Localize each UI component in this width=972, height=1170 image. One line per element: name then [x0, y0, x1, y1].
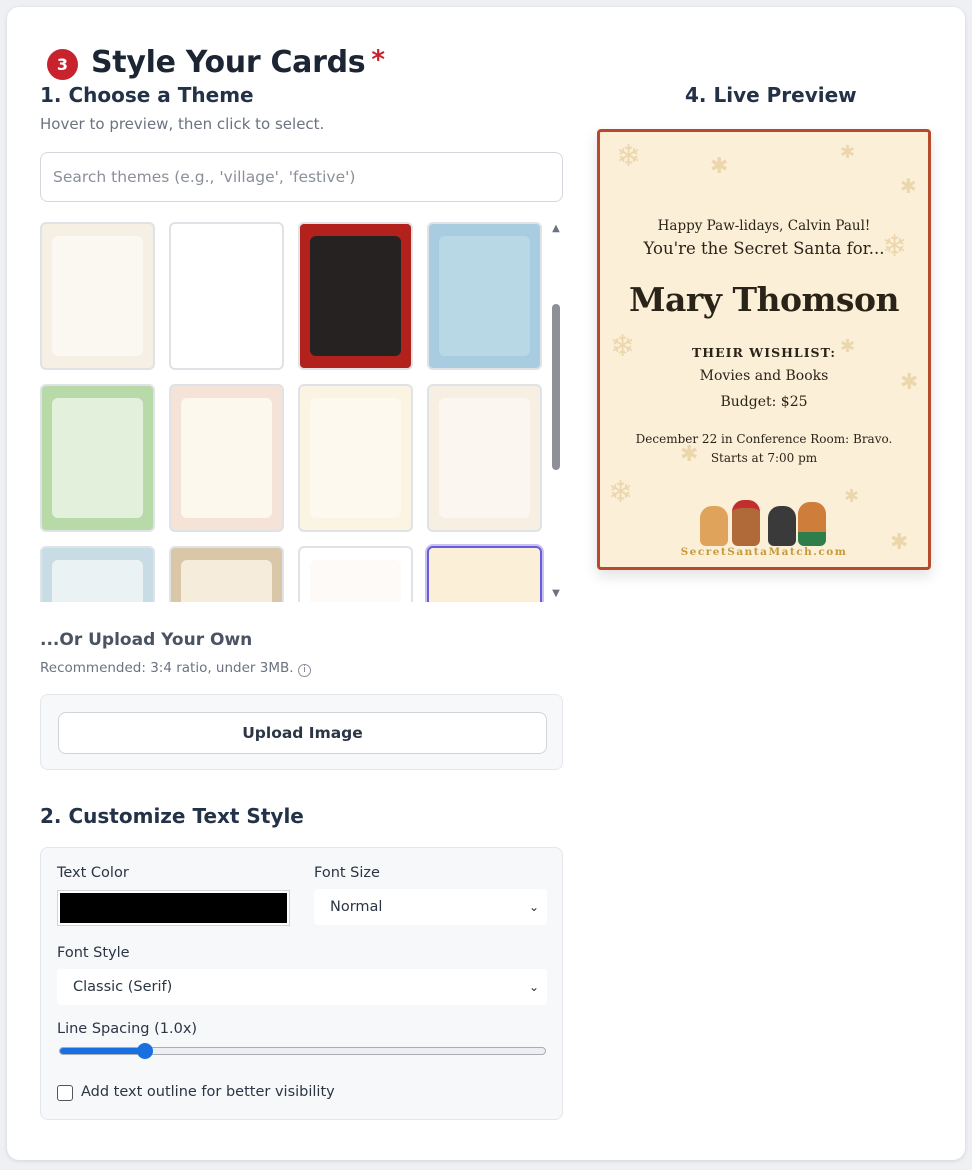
- theme-grid: [40, 222, 550, 602]
- upload-hint-text: Recommended: 3:4 ratio, under 3MB.: [40, 660, 294, 676]
- theme-thumbnail[interactable]: [169, 222, 284, 370]
- live-preview-heading: 4. Live Preview: [685, 83, 857, 107]
- scrollbar-thumb[interactable]: [552, 304, 560, 470]
- preview-wishlist-title: THEIR WISHLIST:: [691, 345, 837, 360]
- theme-thumbnail-frame: [181, 236, 272, 356]
- preview-greeting: Happy Paw-lidays, Calvin Paul!: [657, 218, 871, 234]
- step-badge: 3: [47, 49, 78, 80]
- theme-thumbnail[interactable]: [169, 384, 284, 532]
- theme-thumbnail-frame: [310, 560, 401, 602]
- dog-icon: [798, 502, 826, 546]
- customize-text-heading: 2. Customize Text Style: [40, 804, 304, 828]
- theme-search-input[interactable]: [40, 152, 563, 202]
- theme-thumbnail[interactable]: [427, 222, 542, 370]
- theme-thumbnail[interactable]: [40, 546, 155, 602]
- upload-image-button[interactable]: Upload Image: [58, 712, 547, 754]
- theme-grid-scrollbar[interactable]: ▲ ▼: [549, 222, 563, 602]
- snowflake-icon: ❄: [616, 139, 642, 174]
- preview-intro: You're the Secret Santa for...: [643, 239, 885, 258]
- preview-event-line2: Starts at 7:00 pm: [710, 451, 818, 465]
- cat-icon: [768, 506, 796, 546]
- theme-thumbnail-frame: [181, 560, 272, 602]
- line-spacing-label: Line Spacing (1.0x): [57, 1021, 198, 1037]
- theme-thumbnail-frame: [439, 236, 530, 356]
- text-outline-label: Add text outline for better visibility: [81, 1084, 335, 1100]
- theme-thumbnail[interactable]: [169, 546, 284, 602]
- preview-wishlist: Movies and Books: [699, 368, 829, 384]
- text-color-label: Text Color: [57, 865, 129, 881]
- text-color-fill: [60, 893, 287, 923]
- snowflake-icon: ✱: [900, 174, 917, 198]
- theme-thumbnail-frame: [310, 236, 401, 356]
- style-cards-panel: 3 Style Your Cards * 1. Choose a Theme Ho…: [7, 7, 965, 1160]
- scroll-down-arrow-icon[interactable]: ▼: [551, 589, 561, 599]
- theme-thumbnail[interactable]: [40, 384, 155, 532]
- text-color-picker[interactable]: [57, 890, 290, 926]
- choose-theme-hint: Hover to preview, then click to select.: [40, 115, 325, 133]
- snowflake-icon: ❄: [608, 475, 634, 510]
- theme-thumbnail[interactable]: [298, 222, 413, 370]
- theme-thumbnail-frame: [439, 560, 530, 602]
- text-style-box: Text Color Font Size Normal ⌄ Font Style …: [40, 847, 563, 1120]
- cat-icon: [700, 506, 728, 546]
- theme-thumbnail[interactable]: [427, 384, 542, 532]
- theme-thumbnail-frame: [310, 398, 401, 518]
- theme-thumbnail[interactable]: [427, 546, 542, 602]
- page-title-text: Style Your Cards: [91, 45, 366, 80]
- slider-handle[interactable]: [137, 1043, 153, 1059]
- upload-hint: Recommended: 3:4 ratio, under 3MB. i: [40, 660, 311, 677]
- info-icon[interactable]: i: [297, 664, 311, 677]
- chevron-down-icon: ⌄: [528, 900, 539, 914]
- font-size-label: Font Size: [314, 865, 380, 881]
- chevron-down-icon: ⌄: [528, 980, 539, 994]
- theme-thumbnail-frame: [439, 398, 530, 518]
- font-size-value: Normal: [330, 899, 383, 915]
- scroll-up-arrow-icon[interactable]: ▲: [551, 224, 561, 234]
- preview-footer: SecretSantaMatch.com: [680, 546, 848, 558]
- upload-box: Upload Image: [40, 694, 563, 770]
- dog-icon: [732, 500, 760, 546]
- theme-thumbnail[interactable]: [298, 384, 413, 532]
- preview-event-line1: December 22 in Conference Room: Bravo.: [635, 432, 893, 446]
- preview-recipient: Mary Thomson: [628, 280, 900, 319]
- pets-illustration: [698, 490, 838, 546]
- snowflake-icon: ✱: [844, 486, 860, 507]
- snowflake-icon: ✱: [710, 154, 729, 179]
- font-style-label: Font Style: [57, 945, 130, 961]
- line-spacing-slider[interactable]: [59, 1043, 546, 1059]
- snowflake-icon: ✱: [840, 142, 856, 163]
- theme-thumbnail[interactable]: [40, 222, 155, 370]
- theme-thumbnail[interactable]: [298, 546, 413, 602]
- choose-theme-heading: 1. Choose a Theme: [40, 83, 254, 107]
- preview-budget: Budget: $25: [720, 394, 808, 410]
- font-style-select[interactable]: Classic (Serif) ⌄: [57, 969, 547, 1005]
- font-size-select[interactable]: Normal ⌄: [314, 889, 547, 925]
- theme-thumbnail-frame: [52, 236, 143, 356]
- card-preview: ❄ ✱ ✱ ✱ ❄ ❄ ✱ ✱ ✱ ❄ ✱ ✱ Happy Paw-lidays…: [597, 129, 931, 570]
- page-title: Style Your Cards *: [91, 45, 385, 80]
- required-indicator: *: [371, 45, 385, 75]
- upload-heading: ...Or Upload Your Own: [40, 630, 253, 650]
- text-outline-checkbox[interactable]: [57, 1085, 73, 1101]
- font-style-value: Classic (Serif): [73, 979, 173, 995]
- slider-fill: [60, 1048, 145, 1054]
- theme-thumbnail-frame: [52, 398, 143, 518]
- theme-thumbnail-frame: [52, 560, 143, 602]
- theme-thumbnail-frame: [181, 398, 272, 518]
